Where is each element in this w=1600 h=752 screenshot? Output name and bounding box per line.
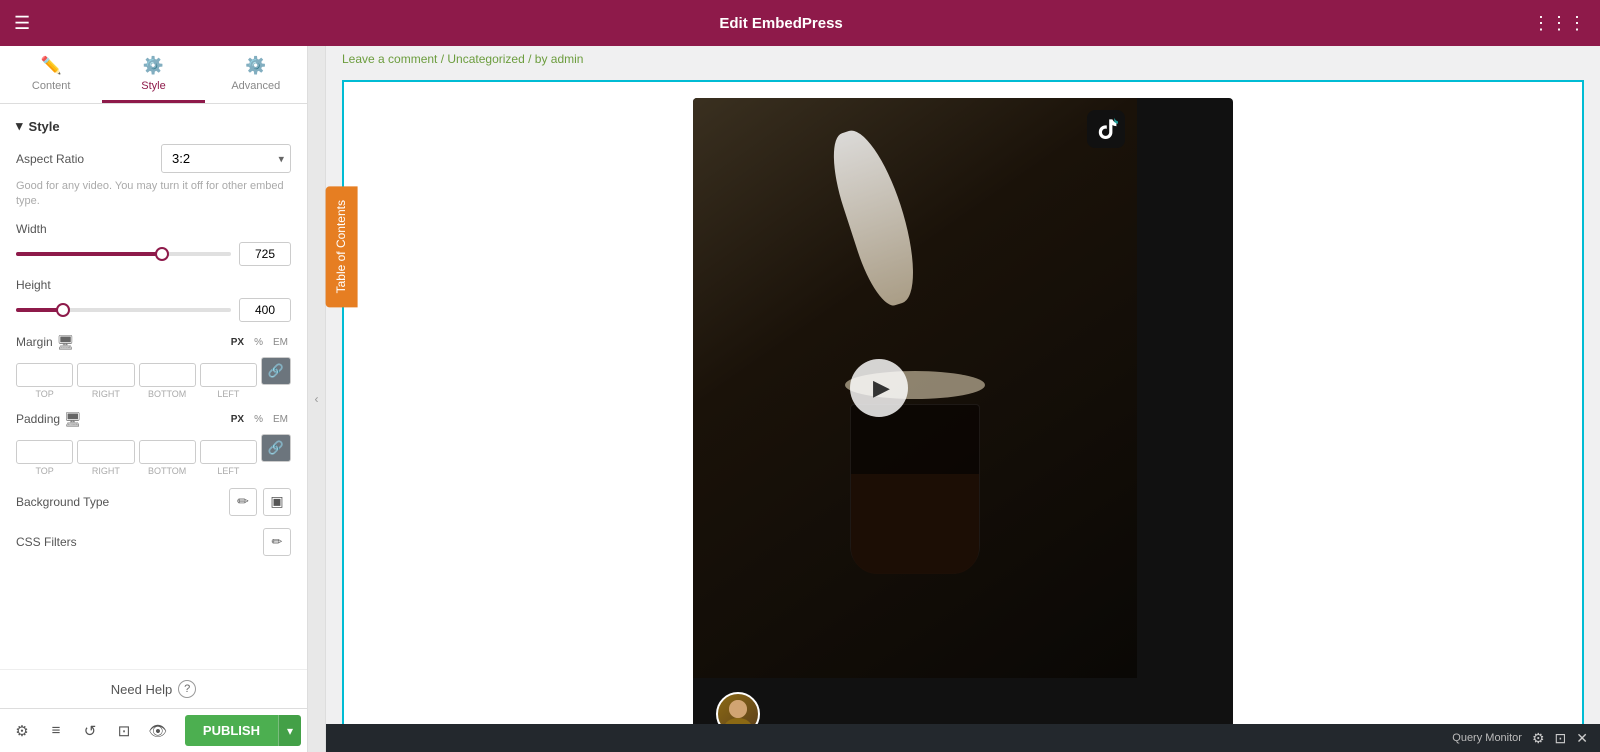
widget-container: ▶ (342, 80, 1584, 752)
padding-bottom-label: BOTTOM (148, 466, 186, 476)
chevron-down-icon: ▾ (16, 118, 23, 134)
bg-type-gradient-btn[interactable]: ▣ (263, 488, 291, 516)
status-bar: Query Monitor ⚙ ⊡ ✕ (326, 724, 1600, 752)
background-type-field: Background Type ✏ ▣ (0, 488, 307, 528)
tiktok-embed: ▶ (693, 98, 1233, 752)
help-icon[interactable]: ? (178, 680, 196, 698)
tab-content[interactable]: ✏️ Content (0, 46, 102, 103)
responsive-status-icon[interactable]: ⊡ (1555, 730, 1567, 747)
sidebar: ✏️ Content ⚙️ Style ⚙️ Advanced ▾ Style (0, 46, 308, 752)
margin-right-input[interactable] (77, 363, 134, 387)
width-input[interactable] (239, 242, 291, 266)
aspect-ratio-field: Aspect Ratio 3:2 16:9 4:3 1:1 21:9 ▾ Goo… (0, 144, 307, 222)
tiktok-video: ▶ (693, 98, 1137, 678)
toc-tab[interactable]: Table of Contents (326, 186, 358, 307)
padding-bottom-input[interactable] (139, 440, 196, 464)
margin-unit-em[interactable]: EM (270, 336, 291, 349)
padding-link-btn[interactable]: 🔗 (261, 434, 291, 462)
aspect-ratio-select[interactable]: 3:2 16:9 4:3 1:1 21:9 (161, 144, 291, 173)
help-section: Need Help ? (0, 669, 307, 708)
margin-top-input[interactable] (16, 363, 73, 387)
padding-unit-px[interactable]: PX (228, 413, 247, 426)
tab-bar: ✏️ Content ⚙️ Style ⚙️ Advanced (0, 46, 307, 104)
bottom-toolbar: ⚙ ≡ ↺ ⊡ 👁 PUBLISH ▾ (0, 708, 307, 752)
padding-label: Padding (16, 412, 60, 426)
margin-left-input[interactable] (200, 363, 257, 387)
width-field: Width (0, 222, 307, 278)
height-field: Height (0, 278, 307, 334)
css-filters-edit-btn[interactable]: ✏ (263, 528, 291, 556)
tiktok-logo-icon (1087, 110, 1125, 148)
margin-top-label: TOP (35, 389, 53, 399)
sidebar-content: ▾ Style Aspect Ratio 3:2 16:9 4:3 1:1 21… (0, 104, 307, 669)
css-filters-label: CSS Filters (16, 535, 77, 549)
bg-type-solid-btn[interactable]: ✏ (229, 488, 257, 516)
padding-top-label: TOP (35, 466, 53, 476)
publish-dropdown-btn[interactable]: ▾ (278, 715, 301, 746)
content-area: Leave a comment / Uncategorized / by adm… (326, 46, 1600, 752)
play-button[interactable]: ▶ (850, 359, 908, 417)
margin-bottom-label: BOTTOM (148, 389, 186, 399)
padding-field: Padding 🖥 PX % EM TOP (0, 411, 307, 488)
preview-icon-btn[interactable]: 👁 (142, 715, 174, 747)
grid-icon[interactable]: ⋮⋮⋮ (1532, 13, 1586, 34)
margin-unit-pct[interactable]: % (251, 336, 266, 349)
settings-icon-btn[interactable]: ⚙ (6, 715, 38, 747)
width-label: Width (16, 222, 291, 236)
margin-link-btn[interactable]: 🔗 (261, 357, 291, 385)
padding-left-input[interactable] (200, 440, 257, 464)
help-label: Need Help (111, 682, 172, 697)
menu-icon[interactable]: ☰ (14, 13, 30, 34)
responsive-icon-btn[interactable]: ⊡ (108, 715, 140, 747)
width-slider-thumb[interactable] (155, 247, 169, 261)
height-slider-track[interactable] (16, 308, 231, 312)
padding-right-input[interactable] (77, 440, 134, 464)
margin-device-icon[interactable]: 🖥 (57, 334, 75, 351)
style-section-header[interactable]: ▾ Style (0, 104, 307, 144)
page-title: Edit EmbedPress (719, 15, 842, 32)
layers-icon-btn[interactable]: ≡ (40, 715, 72, 747)
publish-button[interactable]: PUBLISH (185, 715, 278, 746)
margin-label: Margin (16, 335, 53, 349)
history-icon-btn[interactable]: ↺ (74, 715, 106, 747)
height-input[interactable] (239, 298, 291, 322)
margin-left-label: LEFT (217, 389, 239, 399)
padding-unit-em[interactable]: EM (270, 413, 291, 426)
aspect-ratio-hint: Good for any video. You may turn it off … (16, 179, 291, 210)
close-status-icon[interactable]: ✕ (1576, 730, 1588, 747)
margin-unit-px[interactable]: PX (228, 336, 247, 349)
query-monitor-label[interactable]: Query Monitor (1452, 732, 1522, 744)
breadcrumb: Leave a comment / Uncategorized / by adm… (326, 46, 1600, 72)
margin-right-label: RIGHT (92, 389, 120, 399)
padding-unit-pct[interactable]: % (251, 413, 266, 426)
padding-left-label: LEFT (217, 466, 239, 476)
margin-field: Margin 🖥 PX % EM TOP (0, 334, 307, 411)
padding-right-label: RIGHT (92, 466, 120, 476)
width-slider-track[interactable] (16, 252, 231, 256)
canvas-area: ▶ (326, 72, 1600, 752)
height-slider-thumb[interactable] (56, 303, 70, 317)
css-filters-field: CSS Filters ✏ (0, 528, 307, 568)
padding-top-input[interactable] (16, 440, 73, 464)
aspect-ratio-label: Aspect Ratio (16, 152, 84, 166)
settings-status-icon[interactable]: ⚙ (1532, 730, 1545, 747)
background-type-label: Background Type (16, 495, 109, 509)
margin-bottom-input[interactable] (139, 363, 196, 387)
padding-device-icon[interactable]: 🖥 (64, 411, 82, 428)
tab-advanced[interactable]: ⚙️ Advanced (205, 46, 307, 103)
height-label: Height (16, 278, 291, 292)
collapse-handle[interactable]: ‹ (308, 46, 326, 752)
tab-style[interactable]: ⚙️ Style (102, 46, 204, 103)
